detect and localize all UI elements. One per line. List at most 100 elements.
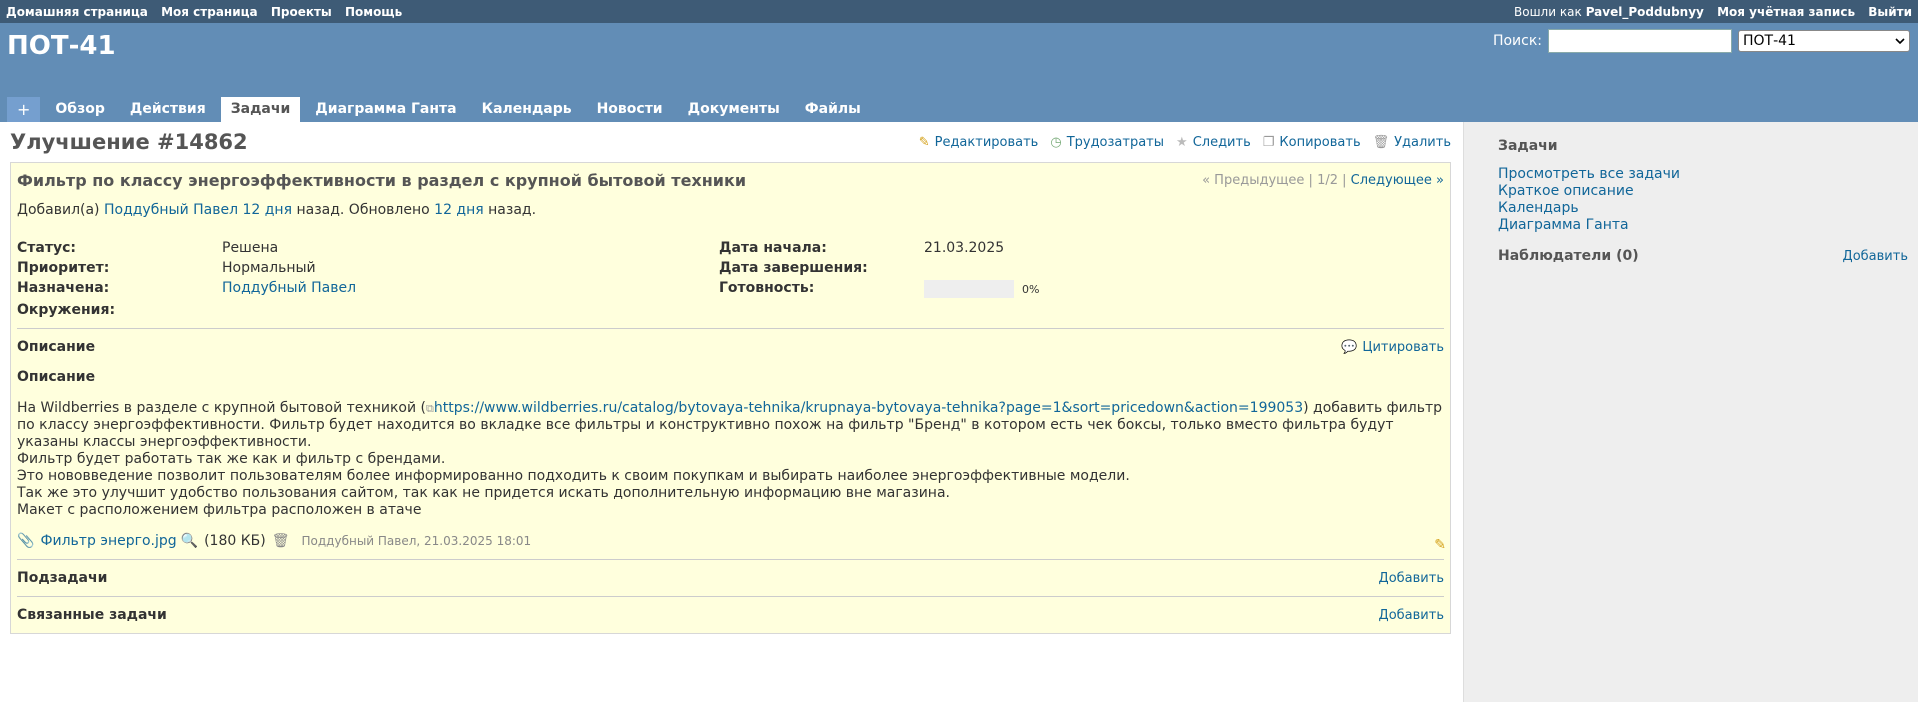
top-menu-right: Вошли как Pavel_Poddubnyy Моя учётная зап… (1514, 5, 1912, 19)
sidebar-link-calendar[interactable]: Календарь (1498, 200, 1908, 217)
issue-box: Фильтр по классу энергоэффективности в р… (10, 162, 1451, 634)
author-line: Добавил(а) Поддубный Павел 12 дня назад.… (17, 202, 1444, 218)
delete-label: Удалить (1394, 134, 1451, 150)
description-header: Описание 💬 Цитировать (17, 339, 1444, 355)
done-ratio-label: Готовность: (719, 280, 815, 296)
issue-subject: Фильтр по классу энергоэффективности в р… (17, 171, 747, 190)
created-ago-link[interactable]: 12 дня (242, 202, 292, 218)
time-entry-label: Трудозатраты (1066, 134, 1165, 150)
tab-issues[interactable]: Задачи (220, 97, 301, 122)
wildberries-link[interactable]: https://www.wildberries.ru/catalog/bytov… (434, 400, 1303, 416)
divider (17, 328, 1444, 329)
sidebar-link-summary[interactable]: Краткое описание (1498, 183, 1908, 200)
due-date-label: Дата завершения: (719, 260, 868, 276)
environment-label: Окружения: (17, 302, 116, 318)
add-relation-link[interactable]: Добавить (1379, 608, 1444, 623)
updated-ago-link[interactable]: 12 дня (434, 202, 484, 218)
project-title: ПОТ-41 (7, 31, 116, 61)
sidebar-link-all-issues[interactable]: Просмотреть все задачи (1498, 166, 1908, 183)
top-link-home[interactable]: Домашняя страница (6, 5, 148, 19)
watch-label: Следить (1192, 134, 1251, 150)
issue-actions: ✎ Редактировать ◷ Трудозатраты ★ Следить ❐ К… (907, 135, 1451, 150)
pencil-icon[interactable]: ✎ (1434, 537, 1446, 553)
project-select[interactable]: ПОТ-41 (1738, 30, 1910, 52)
external-link-icon: ⧉ (426, 402, 434, 415)
trash-icon: 🗑 (1372, 134, 1390, 150)
assigned-link[interactable]: Поддубный Павел (222, 280, 719, 298)
content: Улучшение #14862 ✎ Редактировать ◷ Трудоза… (0, 122, 1463, 702)
attachment-meta: Поддубный Павел, 21.03.2025 18:01 (301, 534, 532, 548)
next-link[interactable]: Следующее » (1351, 173, 1444, 188)
delete-button[interactable]: 🗑 Удалить (1373, 135, 1451, 150)
watchers-title: Наблюдатели (0) (1498, 248, 1639, 264)
clock-icon: ◷ (1050, 134, 1062, 150)
description-line: Фильтр будет работать так же как и фильт… (17, 451, 446, 467)
description-title: Описание (17, 339, 96, 355)
tab-new[interactable]: + (7, 97, 41, 122)
logged-as-label: Вошли как (1514, 4, 1582, 19)
copy-button[interactable]: ❐ Копировать (1263, 135, 1361, 150)
subtasks-title: Подзадачи (17, 570, 108, 586)
copy-label: Копировать (1279, 134, 1361, 150)
tab-files[interactable]: Файлы (795, 97, 871, 122)
pencil-icon: ✎ (918, 134, 930, 150)
assigned-label: Назначена: (17, 280, 110, 296)
description-text: На Wildberries в разделе с крупной бытов… (17, 400, 426, 416)
sidebar: Задачи Просмотреть все задачи Краткое оп… (1463, 122, 1918, 702)
trash-icon[interactable]: 🗑 (272, 533, 290, 549)
priority-label: Приоритет: (17, 260, 110, 276)
progress-bar: 0% (924, 280, 1224, 298)
my-account-link[interactable]: Моя учётная запись (1717, 5, 1855, 19)
description-line: Макет с расположением фильтра расположен… (17, 502, 422, 518)
top-link-projects[interactable]: Проекты (271, 5, 332, 19)
main: Улучшение #14862 ✎ Редактировать ◷ Трудоза… (0, 122, 1918, 702)
issue-attributes: Статус: Решена Дата начала: 21.03.2025 П… (17, 240, 1444, 318)
main-menu: + Обзор Действия Задачи Диаграмма Ганта … (7, 97, 876, 122)
subject-row: Фильтр по классу энергоэффективности в р… (17, 171, 1444, 190)
header: ПОТ-41 Поиск: ПОТ-41 + Обзор Действия За… (0, 23, 1918, 122)
progress-track (924, 280, 1014, 298)
issue-nav: « Предыдущее | 1/2 | Следующее » (1202, 173, 1444, 188)
tab-gantt[interactable]: Диаграмма Ганта (305, 97, 466, 122)
top-menu: Домашняя страница Моя страница Проекты П… (0, 0, 1918, 23)
add-watcher-link[interactable]: Добавить (1843, 249, 1908, 264)
speech-bubble-icon: 💬 (1341, 339, 1358, 355)
relations-title: Связанные задачи (17, 607, 167, 623)
time-entry-button[interactable]: ◷ Трудозатраты (1050, 135, 1164, 150)
edit-label: Редактировать (934, 134, 1039, 150)
added-label: Добавил(а) (17, 202, 100, 218)
tab-calendar[interactable]: Календарь (472, 97, 582, 122)
tab-documents[interactable]: Документы (678, 97, 790, 122)
ago-end: назад. (488, 202, 537, 218)
magnifier-icon[interactable]: 🔍 (181, 533, 198, 549)
attachment-link[interactable]: Фильтр энерго.jpg (40, 533, 176, 549)
top-menu-left: Домашняя страница Моя страница Проекты П… (6, 5, 411, 19)
description-paragraph: На Wildberries в разделе с крупной бытов… (17, 400, 1444, 451)
watch-button[interactable]: ★ Следить (1176, 135, 1251, 150)
sidebar-link-gantt[interactable]: Диаграмма Ганта (1498, 217, 1908, 234)
search-input[interactable] (1548, 29, 1732, 53)
quote-label: Цитировать (1362, 339, 1444, 355)
attachment-size: (180 КБ) (204, 533, 266, 549)
author-link[interactable]: Поддубный Павел (104, 202, 238, 218)
divider (17, 596, 1444, 597)
quote-button[interactable]: 💬 Цитировать (1341, 340, 1444, 355)
top-link-my-page[interactable]: Моя страница (161, 5, 258, 19)
tab-overview[interactable]: Обзор (45, 97, 114, 122)
watchers-row: Наблюдатели (0) Добавить (1498, 248, 1908, 264)
start-date-label: Дата начала: (719, 240, 827, 256)
logout-link[interactable]: Выйти (1868, 5, 1912, 19)
priority-value: Нормальный (222, 260, 316, 276)
logged-user[interactable]: Pavel_Poddubnyy (1586, 5, 1704, 19)
quick-search: Поиск: ПОТ-41 (1493, 29, 1910, 53)
tab-news[interactable]: Новости (587, 97, 673, 122)
star-icon: ★ (1176, 134, 1188, 150)
search-label: Поиск: (1492, 33, 1542, 49)
add-subtask-link[interactable]: Добавить (1379, 571, 1444, 586)
prev-link: « Предыдущее (1202, 173, 1305, 188)
tab-activity[interactable]: Действия (120, 97, 216, 122)
project-select-value: ПОТ-41 (1743, 33, 1796, 49)
edit-button[interactable]: ✎ Редактировать (919, 135, 1039, 150)
nav-separator: | (1342, 173, 1347, 188)
top-link-help[interactable]: Помощь (345, 5, 402, 19)
